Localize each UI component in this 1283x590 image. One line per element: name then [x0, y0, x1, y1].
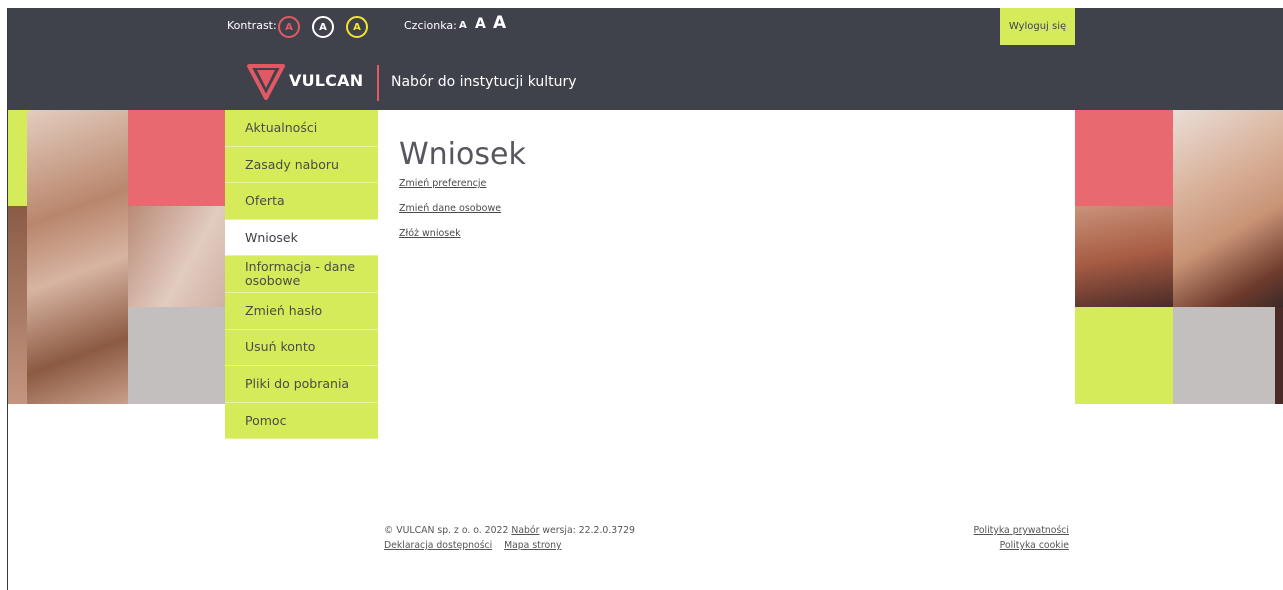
girl-photo	[27, 110, 128, 404]
contrast-default-button[interactable]: A	[278, 16, 300, 38]
font-size-small-button[interactable]: A	[459, 20, 467, 31]
contrast-black-white-button[interactable]: A	[312, 16, 334, 38]
photo-tile	[8, 206, 27, 404]
vulcan-logo-icon[interactable]	[246, 62, 286, 102]
side-navigation: Aktualności Zasady naboru Oferta Wniosek…	[225, 110, 378, 440]
version-text: wersja: 22.2.0.3729	[542, 525, 635, 536]
nav-item-pomoc[interactable]: Pomoc	[225, 402, 378, 440]
change-personal-data-link[interactable]: Zmień dane osobowe	[399, 203, 526, 228]
sitemap-link[interactable]: Mapa strony	[504, 540, 561, 551]
nav-item-informacja-dane-osobowe[interactable]: Informacja - dane osobowe	[225, 256, 378, 293]
privacy-policy-link[interactable]: Polityka prywatności	[974, 523, 1069, 538]
photo-tile	[128, 206, 225, 307]
contrast-label: Kontrast:	[227, 19, 277, 32]
nav-item-oferta[interactable]: Oferta	[225, 183, 378, 220]
grey-tile	[1173, 307, 1283, 404]
lime-tile	[8, 110, 27, 206]
brand-name[interactable]: VULCAN	[289, 71, 363, 90]
accessibility-declaration-link[interactable]: Deklaracja dostępności	[384, 540, 492, 551]
decorative-photo-right	[1075, 110, 1283, 404]
brand-divider	[377, 65, 379, 101]
footer-right: Polityka prywatności Polityka cookie	[974, 523, 1069, 553]
nav-item-aktualnosci[interactable]: Aktualności	[225, 110, 378, 147]
nav-item-zasady-naboru[interactable]: Zasady naboru	[225, 146, 378, 184]
pink-tile	[1075, 110, 1173, 206]
copyright-text: © VULCAN sp. z o. o. 2022	[384, 525, 509, 536]
app-title: Nabór do instytucji kultury	[391, 74, 577, 90]
boy-photo	[1173, 110, 1283, 307]
top-bar: Kontrast: A A A Czcionka: A A A Wyloguj …	[8, 8, 1283, 110]
footer-left: © VULCAN sp. z o. o. 2022 Nabór wersja: …	[384, 523, 635, 553]
nav-item-wniosek[interactable]: Wniosek	[225, 219, 378, 257]
page-title: Wniosek	[399, 137, 526, 172]
submit-application-link[interactable]: Złóż wniosek	[399, 228, 526, 253]
photo-tile	[1075, 206, 1173, 307]
cookie-policy-link[interactable]: Polityka cookie	[974, 538, 1069, 553]
nav-item-pliki-do-pobrania[interactable]: Pliki do pobrania	[225, 366, 378, 403]
logout-button[interactable]: Wyloguj się	[1000, 8, 1075, 45]
font-size-medium-button[interactable]: A	[475, 16, 486, 32]
lime-tile	[1075, 307, 1173, 404]
nabor-link[interactable]: Nabór	[511, 525, 539, 536]
accessibility-toolbar: Kontrast: A A A Czcionka: A A A Wyloguj …	[8, 8, 1283, 45]
grey-tile	[128, 307, 225, 404]
main-content: Wniosek Zmień preferencje Zmień dane oso…	[399, 137, 526, 253]
contrast-yellow-black-button[interactable]: A	[346, 16, 368, 38]
pink-tile	[128, 110, 225, 206]
nav-item-usun-konto[interactable]: Usuń konto	[225, 329, 378, 367]
decorative-photo-left	[8, 110, 225, 404]
font-size-large-button[interactable]: A	[493, 13, 506, 33]
change-preferences-link[interactable]: Zmień preferencje	[399, 178, 526, 203]
font-size-label: Czcionka:	[404, 19, 457, 32]
action-links: Zmień preferencje Zmień dane osobowe Złó…	[399, 178, 526, 253]
nav-item-zmien-haslo[interactable]: Zmień hasło	[225, 292, 378, 330]
